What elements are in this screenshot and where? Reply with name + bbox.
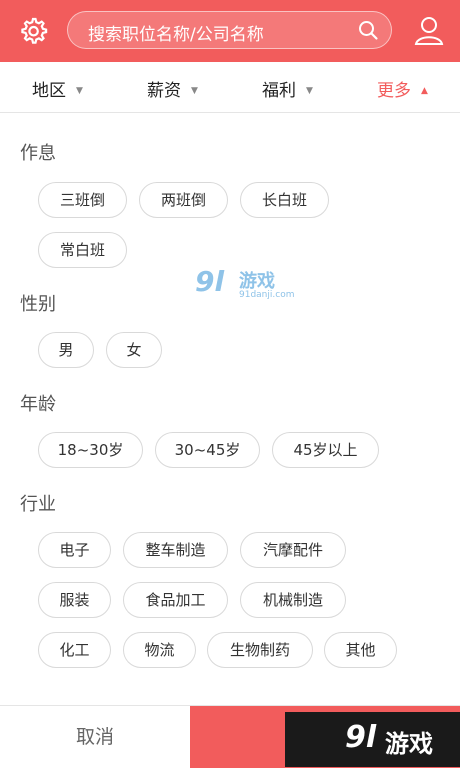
- search-icon[interactable]: [357, 19, 379, 41]
- option-chip[interactable]: 常白班: [38, 232, 127, 268]
- option-chip[interactable]: 生物制药: [207, 632, 313, 668]
- section-title-industry: 行业: [20, 494, 56, 515]
- tab-more[interactable]: 更多 ▲: [377, 76, 428, 101]
- option-chip[interactable]: 女: [106, 332, 162, 368]
- option-chip[interactable]: 45岁以上: [272, 432, 379, 468]
- tab-region[interactable]: 地区 ▼: [32, 76, 83, 101]
- tab-salary[interactable]: 薪资 ▼: [147, 76, 198, 101]
- tab-region-label: 地区: [32, 81, 66, 101]
- search-placeholder: 搜索职位名称/公司名称: [88, 25, 264, 45]
- option-chip[interactable]: 两班倒: [139, 182, 228, 218]
- option-chip[interactable]: 18~30岁: [38, 432, 143, 468]
- corner-watermark-logo: 9l 游戏: [285, 712, 460, 767]
- option-chip[interactable]: 电子: [38, 532, 111, 568]
- tab-more-label: 更多: [377, 81, 411, 101]
- option-chip[interactable]: 服装: [38, 582, 111, 618]
- corner-watermark-num: 9l: [345, 720, 377, 755]
- top-bar: 搜索职位名称/公司名称: [0, 0, 460, 62]
- settings-gear-icon[interactable]: [16, 14, 50, 48]
- option-chip[interactable]: 食品加工: [123, 582, 228, 618]
- watermark-logo-num: 9l: [195, 265, 225, 298]
- option-chip[interactable]: 整车制造: [123, 532, 228, 568]
- caret-down-icon: ▼: [76, 86, 83, 96]
- option-chip[interactable]: 汽摩配件: [240, 532, 346, 568]
- option-chip[interactable]: 30~45岁: [155, 432, 260, 468]
- option-chip[interactable]: 三班倒: [38, 182, 127, 218]
- filter-tab-bar: 地区 ▼ 薪资 ▼ 福利 ▼ 更多 ▲: [0, 62, 460, 113]
- section-title-gender: 性别: [20, 294, 56, 315]
- section-title-schedule: 作息: [20, 143, 56, 164]
- tab-benefits[interactable]: 福利 ▼: [262, 76, 313, 101]
- option-chip[interactable]: 化工: [38, 632, 111, 668]
- user-profile-icon[interactable]: [412, 13, 446, 47]
- section-title-age: 年龄: [20, 394, 56, 415]
- corner-watermark-text: 游戏: [385, 730, 433, 758]
- option-chip[interactable]: 长白班: [240, 182, 329, 218]
- caret-up-icon: ▲: [421, 86, 428, 96]
- watermark-logo: 9l 游戏 91danji.com: [195, 265, 294, 305]
- caret-down-icon: ▼: [306, 86, 313, 96]
- option-chip[interactable]: 其他: [324, 632, 397, 668]
- option-chip[interactable]: 男: [38, 332, 94, 368]
- option-chip[interactable]: 机械制造: [240, 582, 346, 618]
- tab-salary-label: 薪资: [147, 81, 181, 101]
- watermark-url: 91danji.com: [239, 290, 295, 300]
- option-chip[interactable]: 物流: [123, 632, 196, 668]
- cancel-button[interactable]: 取消: [0, 706, 190, 768]
- search-input[interactable]: 搜索职位名称/公司名称: [67, 11, 392, 49]
- tab-benefits-label: 福利: [262, 81, 296, 101]
- caret-down-icon: ▼: [191, 86, 198, 96]
